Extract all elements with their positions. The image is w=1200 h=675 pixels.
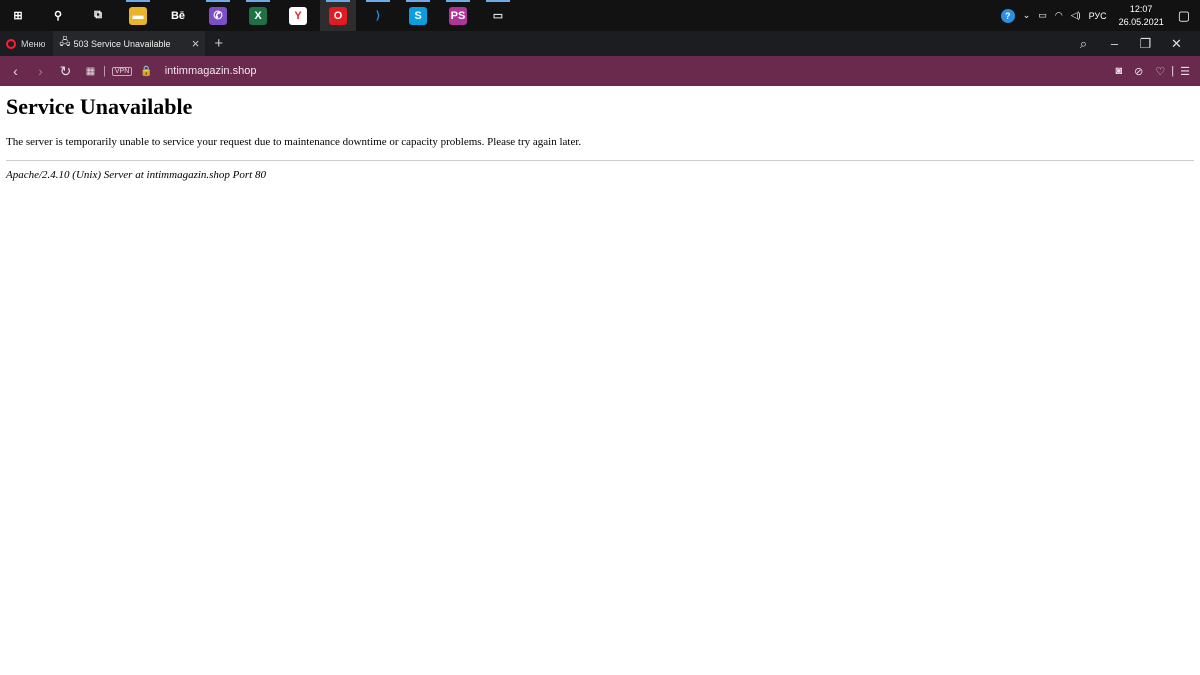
back-button[interactable]: ‹: [3, 63, 28, 79]
taskbar-button[interactable]: ⟩: [360, 0, 396, 31]
address-bar: ‹ › ↻ ▦ | VPN 🔒 intimmagazin.shop ◙ ⊘ ♡ …: [0, 56, 1200, 86]
opera-menu-button[interactable]: Меню: [0, 31, 53, 56]
system-tray: ? ⌄ ▭ ◠ ◁) РУС 12:07 26.05.2021 ▢: [997, 0, 1200, 31]
address-bar-actions: ◙ ⊘ ♡ | ☰: [1104, 56, 1190, 86]
search-icon: ⚲: [53, 10, 63, 22]
notifications-icon[interactable]: ▢: [1178, 8, 1190, 24]
volume-icon[interactable]: ◁): [1071, 10, 1081, 21]
minimize-button[interactable]: –: [1099, 36, 1130, 51]
server-favicon-icon: 🖧: [59, 37, 71, 48]
running-indicator: [246, 0, 270, 2]
menu-label: Меню: [21, 38, 46, 49]
running-indicator: [126, 0, 150, 2]
separator: |: [1171, 65, 1175, 77]
running-indicator: [206, 0, 230, 2]
reload-button[interactable]: ↻: [53, 63, 78, 80]
skype-icon: S: [409, 6, 427, 25]
url-field[interactable]: intimmagazin.shop: [165, 65, 257, 77]
running-indicator: [486, 0, 510, 2]
browser-tab-strip: Меню 🖧 503 Service Unavailable × + ⌕ – ❐…: [0, 31, 1200, 56]
yandex-browser-icon: Y: [289, 6, 307, 25]
taskbar-button[interactable]: O: [320, 0, 356, 31]
taskbar-button[interactable]: ▭: [480, 0, 516, 31]
phpstorm-icon: PS: [449, 6, 467, 25]
taskbar-button[interactable]: ⊞: [0, 0, 36, 31]
taskbar-button[interactable]: ✆: [200, 0, 236, 31]
taskbar-button[interactable]: Bē: [160, 0, 196, 31]
clock-date: 26.05.2021: [1118, 16, 1164, 27]
running-indicator: [326, 0, 350, 2]
taskbar-apps: ⊞ ⚲ ⧉ ▬ Bē ✆ X Y O ⟩ S PS ▭: [0, 0, 520, 31]
easy-setup-icon[interactable]: ☰: [1180, 65, 1190, 78]
window-controls: ⌕ – ❐ ✕: [1068, 31, 1192, 56]
snapshot-icon[interactable]: ◙: [1116, 65, 1123, 77]
windows-taskbar: ⊞ ⚲ ⧉ ▬ Bē ✆ X Y O ⟩ S PS ▭ ? ⌄ ▭ ◠ ◁) РУС 12:07 26.…: [0, 0, 1200, 31]
battery-icon[interactable]: ▭: [1038, 10, 1047, 21]
vscode-icon: ⟩: [375, 10, 381, 22]
tab-title: 503 Service Unavailable: [73, 38, 171, 49]
chevron-down-icon[interactable]: ⌄: [1023, 10, 1031, 21]
server-signature: Apache/2.4.10 (Unix) Server at intimmaga…: [6, 169, 266, 181]
taskbar-button[interactable]: ⧉: [80, 0, 116, 31]
taskbar-button[interactable]: ▬: [120, 0, 156, 31]
windows-start-icon: ⊞: [13, 10, 23, 22]
page-heading: Service Unavailable: [6, 94, 193, 119]
lock-icon[interactable]: 🔒: [140, 66, 152, 77]
new-tab-button[interactable]: +: [214, 35, 223, 52]
opera-icon: O: [329, 6, 347, 25]
speed-dial-icon[interactable]: ▦: [78, 66, 103, 77]
excel-icon: X: [249, 6, 267, 25]
terminal-icon: ▭: [492, 10, 504, 22]
taskbar-button[interactable]: X: [240, 0, 276, 31]
running-indicator: [446, 0, 470, 2]
error-message: The server is temporarily unable to serv…: [6, 136, 582, 148]
taskbar-button[interactable]: Y: [280, 0, 316, 31]
bookmark-heart-icon[interactable]: ♡: [1155, 65, 1165, 78]
running-indicator: [366, 0, 390, 2]
help-icon[interactable]: ?: [1000, 8, 1015, 23]
language-indicator[interactable]: РУС: [1089, 11, 1107, 21]
task-view-icon: ⧉: [94, 9, 102, 21]
clock[interactable]: 12:07 26.05.2021: [1119, 3, 1164, 29]
close-window-button[interactable]: ✕: [1161, 36, 1192, 52]
restore-button[interactable]: ❐: [1130, 36, 1161, 52]
clock-time: 12:07: [1129, 3, 1153, 14]
separator: |: [103, 65, 106, 77]
close-tab-icon[interactable]: ×: [192, 36, 200, 51]
opera-logo-icon: [6, 38, 16, 49]
divider: [6, 160, 1194, 161]
vpn-badge[interactable]: VPN: [111, 66, 133, 76]
file-explorer-icon: ▬: [129, 6, 147, 25]
taskbar-button[interactable]: S: [400, 0, 436, 31]
adblock-icon[interactable]: ⊘: [1134, 65, 1143, 78]
tab-active[interactable]: 🖧 503 Service Unavailable ×: [53, 31, 206, 56]
behance-icon: Bē: [170, 9, 186, 22]
taskbar-button[interactable]: ⚲: [40, 0, 76, 31]
search-tabs-icon[interactable]: ⌕: [1068, 36, 1099, 52]
taskbar-button[interactable]: PS: [440, 0, 476, 31]
viber-icon: ✆: [209, 6, 227, 25]
page-content: Service Unavailable The server is tempor…: [6, 86, 1194, 181]
wifi-icon[interactable]: ◠: [1055, 10, 1063, 21]
forward-button[interactable]: ›: [28, 63, 53, 79]
running-indicator: [406, 0, 430, 2]
